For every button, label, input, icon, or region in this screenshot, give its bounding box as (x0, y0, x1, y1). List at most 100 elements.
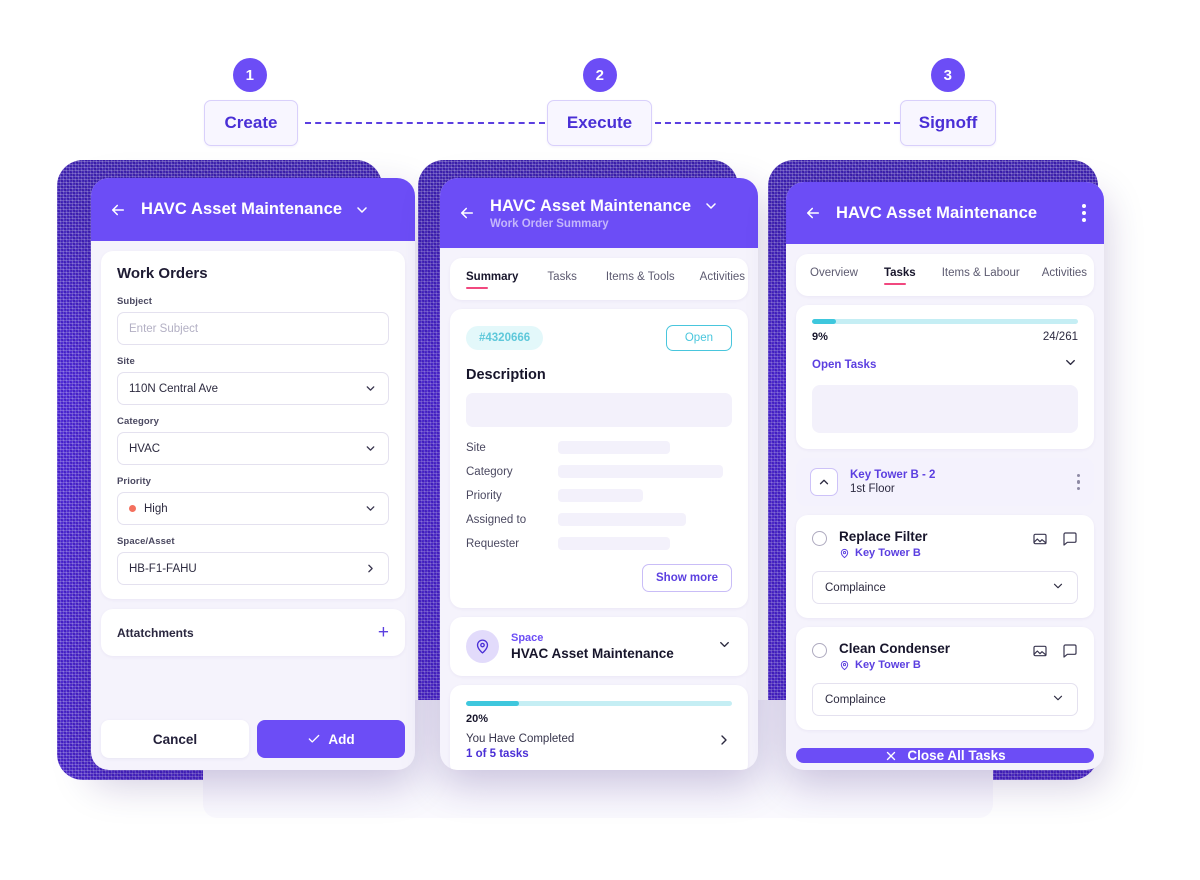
space-card[interactable]: Space HVAC Asset Maintenance (450, 617, 748, 676)
process-flow: 1 Create 2 Execute 3 Signoff (0, 0, 1200, 160)
subject-input[interactable]: Enter Subject (117, 312, 389, 345)
arrow-left-icon[interactable] (109, 201, 127, 219)
open-tasks-label: Open Tasks (812, 359, 877, 371)
screenshot-root: 1 Create 2 Execute 3 Signoff HAVC Asset … (0, 0, 1200, 880)
space-asset-field[interactable]: HB-F1-FAHU (117, 552, 389, 585)
kebab-menu-icon[interactable] (1076, 473, 1080, 491)
category-select[interactable]: HVAC (117, 432, 389, 465)
category-label: Category (117, 416, 159, 427)
task-location: Key Tower B (839, 659, 950, 671)
chevron-up-icon[interactable] (810, 468, 838, 496)
description-skeleton (466, 393, 732, 427)
attachments-row[interactable]: Attatchments + (101, 609, 405, 656)
site-select[interactable]: 110N Central Ave (117, 372, 389, 405)
create-actions: Cancel Add (101, 720, 405, 760)
detail-key: Requester (466, 537, 520, 550)
summary-tabs: Summary Tasks Items & Tools Activities (450, 258, 748, 300)
chevron-down-icon[interactable] (703, 198, 719, 214)
tab-items-tools[interactable]: Items & Tools (606, 271, 675, 289)
summary-header: HAVC Asset Maintenance Work Order Summar… (440, 178, 758, 248)
tab-overview[interactable]: Overview (810, 267, 858, 285)
flow-step-label[interactable]: Create (204, 100, 298, 146)
radio-unchecked-icon[interactable] (812, 643, 827, 658)
tasks-progress-percent: 9% (812, 331, 828, 343)
chevron-right-icon[interactable] (364, 562, 377, 575)
flow-step-number: 1 (233, 58, 267, 92)
chevron-down-icon[interactable] (364, 382, 377, 395)
detail-key: Priority (466, 489, 502, 502)
tab-summary[interactable]: Summary (466, 271, 518, 289)
flow-step-number: 3 (931, 58, 965, 92)
tasks-title: HAVC Asset Maintenance (836, 203, 1038, 222)
task-location-label: Key Tower B (855, 659, 921, 671)
work-orders-form: Work Orders Subject Enter Subject Site 1… (101, 251, 405, 599)
chevron-down-icon[interactable] (1063, 355, 1078, 375)
radio-unchecked-icon[interactable] (812, 531, 827, 546)
tab-activities[interactable]: Activities (1042, 267, 1087, 285)
task-actions (1032, 529, 1078, 547)
completion-text-row: You Have Completed 1 of 5 tasks (466, 725, 732, 760)
space-value: HVAC Asset Maintenance (511, 646, 674, 661)
priority-value: High (144, 502, 168, 515)
tab-tasks[interactable]: Tasks (547, 271, 576, 289)
task-item: Clean Condenser Key Tower B Complaince (796, 627, 1094, 730)
task-status-select[interactable]: Complaince (812, 571, 1078, 604)
tab-tasks[interactable]: Tasks (883, 267, 916, 285)
detail-key: Site (466, 441, 486, 454)
open-tasks-row[interactable]: Open Tasks (812, 355, 1078, 375)
completion-card[interactable]: 20% You Have Completed 1 of 5 tasks (450, 685, 748, 770)
task-name: Replace Filter (839, 529, 928, 544)
chevron-down-icon[interactable] (364, 442, 377, 455)
chevron-down-icon[interactable] (354, 202, 370, 218)
detail-row: Site (466, 441, 732, 454)
completion-progress-fill (466, 701, 520, 706)
tab-activities[interactable]: Activities (700, 271, 745, 289)
priority-select[interactable]: High (117, 492, 389, 525)
space-asset-label: Space/Asset (117, 536, 175, 547)
task-actions (1032, 641, 1078, 659)
flow-step-label[interactable]: Signoff (900, 100, 996, 146)
completion-percent: 20% (466, 713, 489, 725)
comment-icon[interactable] (1062, 531, 1078, 547)
subject-placeholder: Enter Subject (129, 322, 199, 335)
chevron-right-icon[interactable] (716, 732, 732, 753)
task-group-subtitle: 1st Floor (850, 483, 895, 495)
location-pin-icon (840, 660, 849, 670)
add-button[interactable]: Add (257, 720, 405, 758)
task-status-value: Complaince (825, 693, 886, 706)
detail-row: Requester (466, 537, 732, 550)
detail-key: Category (466, 465, 513, 478)
kebab-menu-icon[interactable] (1082, 204, 1086, 222)
chevron-down-icon[interactable] (364, 502, 377, 515)
tab-items-labour[interactable]: Items & Labour (942, 267, 1020, 285)
chevron-down-icon[interactable] (1051, 691, 1065, 708)
flow-step-label[interactable]: Execute (547, 100, 652, 146)
plus-icon[interactable]: + (378, 623, 389, 642)
phone-card-tasks: HAVC Asset Maintenance Overview Tasks It… (786, 182, 1104, 770)
open-tasks-skeleton (812, 385, 1078, 433)
summary-body: Summary Tasks Items & Tools Activities #… (440, 248, 758, 770)
detail-value-skeleton (558, 441, 670, 454)
arrow-left-icon[interactable] (458, 204, 476, 222)
cancel-button[interactable]: Cancel (101, 720, 249, 758)
close-all-tasks-button[interactable]: Close All Tasks (796, 748, 1094, 763)
image-icon[interactable] (1032, 531, 1048, 547)
image-icon[interactable] (1032, 643, 1048, 659)
arrow-left-icon[interactable] (804, 204, 822, 222)
chevron-down-icon[interactable] (717, 637, 732, 657)
task-group-title: Key Tower B - 2 (850, 469, 936, 481)
detail-row: Priority (466, 489, 732, 502)
show-more-button[interactable]: Show more (642, 564, 732, 592)
check-icon (309, 734, 320, 743)
summary-tablist: Summary Tasks Items & Tools Activities (450, 258, 748, 300)
chevron-down-icon[interactable] (1051, 579, 1065, 596)
tasks-progress-fill (812, 319, 836, 324)
comment-icon[interactable] (1062, 643, 1078, 659)
status-badge[interactable]: Open (665, 325, 732, 351)
category-value: HVAC (129, 442, 161, 455)
task-status-select[interactable]: Complaince (812, 683, 1078, 716)
task-group-header[interactable]: Key Tower B - 2 1st Floor (796, 458, 1094, 506)
completion-line2: 1 of 5 tasks (466, 748, 529, 760)
work-order-detail-card: #4320666 Open Description Site Category … (450, 309, 748, 608)
flow-step-number: 2 (583, 58, 617, 92)
